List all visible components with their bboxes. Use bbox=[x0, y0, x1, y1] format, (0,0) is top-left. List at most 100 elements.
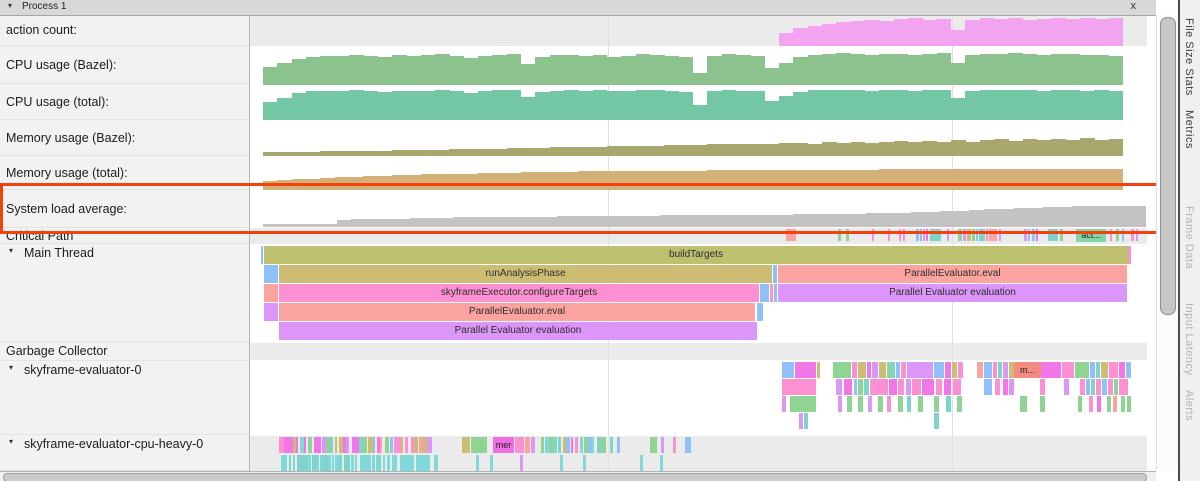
cpu-heavy-event[interactable] bbox=[541, 437, 543, 453]
flame-bar[interactable] bbox=[261, 246, 263, 264]
cpu-heavy-event[interactable] bbox=[363, 437, 367, 453]
cpu-heavy-event[interactable] bbox=[367, 455, 371, 471]
cpu-heavy-event[interactable] bbox=[462, 437, 470, 453]
cpu-heavy-event[interactable] bbox=[401, 437, 403, 453]
evaluator-event[interactable] bbox=[844, 379, 852, 395]
flame-bar[interactable] bbox=[773, 265, 777, 283]
cpu-heavy-event[interactable] bbox=[379, 455, 381, 471]
cpu-heavy-event[interactable] bbox=[471, 437, 487, 453]
flame-bar[interactable]: ParallelEvaluator.eval bbox=[778, 265, 1127, 283]
cpu-heavy-event[interactable] bbox=[307, 455, 311, 471]
evaluator-event[interactable] bbox=[901, 362, 906, 378]
evaluator-event[interactable] bbox=[977, 362, 983, 378]
evaluator-event[interactable] bbox=[1003, 362, 1008, 378]
evaluator-event[interactable] bbox=[958, 362, 963, 378]
cpu-heavy-event[interactable] bbox=[553, 437, 557, 453]
cpu-heavy-event[interactable] bbox=[347, 455, 350, 471]
badge-mer[interactable]: mer bbox=[493, 437, 514, 453]
tab-metrics[interactable]: Metrics bbox=[1183, 110, 1195, 149]
cpu-heavy-event[interactable] bbox=[617, 437, 620, 453]
flame-bar[interactable] bbox=[770, 284, 773, 302]
tab-alerts[interactable]: Alerts bbox=[1183, 390, 1195, 421]
evaluator-event[interactable] bbox=[1020, 396, 1027, 412]
tab-frame-data[interactable]: Frame Data bbox=[1183, 206, 1195, 269]
evaluator-event[interactable] bbox=[782, 362, 794, 378]
horizontal-scrollbar[interactable] bbox=[0, 471, 1156, 481]
flame-bar[interactable] bbox=[757, 303, 763, 321]
flame-bar[interactable]: skyframeExecutor.configureTargets bbox=[279, 284, 759, 302]
evaluator-event[interactable] bbox=[817, 362, 820, 378]
evaluator-event[interactable] bbox=[782, 396, 786, 412]
evaluator-event[interactable] bbox=[896, 362, 900, 378]
evaluator-event[interactable] bbox=[868, 396, 872, 412]
cpu-heavy-event[interactable] bbox=[405, 437, 408, 453]
evaluator-event[interactable] bbox=[889, 379, 897, 395]
evaluator-event[interactable] bbox=[1075, 362, 1089, 378]
evaluator-event[interactable] bbox=[946, 396, 951, 412]
evaluator-event[interactable] bbox=[984, 362, 992, 378]
cpu-heavy-event[interactable] bbox=[650, 437, 657, 453]
evaluator-event[interactable] bbox=[952, 362, 957, 378]
cpu-heavy-event[interactable] bbox=[515, 437, 524, 453]
cpu-heavy-event[interactable] bbox=[394, 455, 397, 471]
cpu-heavy-event[interactable] bbox=[322, 437, 326, 453]
cpu-heavy-event[interactable] bbox=[373, 437, 375, 453]
flame-bar[interactable] bbox=[774, 284, 777, 302]
cpu-heavy-event[interactable] bbox=[520, 455, 523, 471]
close-icon[interactable]: x bbox=[1131, 0, 1137, 12]
evaluator-event[interactable] bbox=[1078, 396, 1082, 412]
evaluator-event[interactable] bbox=[858, 396, 863, 412]
evaluator-event[interactable] bbox=[1114, 379, 1118, 395]
evaluator-event[interactable] bbox=[782, 379, 816, 395]
evaluator-event[interactable] bbox=[907, 396, 911, 412]
evaluator-event[interactable] bbox=[1108, 379, 1113, 395]
cpu-heavy-event[interactable] bbox=[304, 437, 306, 453]
process-header[interactable]: ▾ Process 1 x bbox=[0, 0, 1156, 16]
flame-bar[interactable]: Parallel Evaluator evaluation bbox=[279, 322, 757, 340]
evaluator-event[interactable] bbox=[870, 379, 888, 395]
flame-bar[interactable]: Parallel Evaluator evaluation bbox=[778, 284, 1127, 302]
evaluator-event[interactable] bbox=[1086, 379, 1090, 395]
cpu-heavy-event[interactable] bbox=[293, 455, 295, 471]
evaluator-event[interactable] bbox=[984, 379, 992, 395]
evaluator-event[interactable] bbox=[833, 362, 851, 378]
evaluator-event[interactable] bbox=[887, 396, 891, 412]
cpu-heavy-event[interactable] bbox=[328, 455, 331, 471]
evaluator-event[interactable] bbox=[1101, 362, 1108, 378]
evaluator-event[interactable] bbox=[998, 362, 1002, 378]
cpu-heavy-event[interactable] bbox=[640, 455, 643, 471]
cpu-heavy-event[interactable] bbox=[583, 455, 586, 471]
evaluator-event[interactable] bbox=[1040, 396, 1045, 412]
cpu-heavy-event[interactable] bbox=[525, 437, 530, 453]
cpu-heavy-event[interactable] bbox=[385, 437, 388, 453]
cpu-heavy-event[interactable] bbox=[390, 437, 394, 453]
evaluator-event[interactable] bbox=[790, 396, 816, 412]
evaluator-event[interactable] bbox=[906, 379, 911, 395]
evaluator-event[interactable] bbox=[1090, 362, 1095, 378]
flame-bar[interactable]: runAnalysisPhase bbox=[279, 265, 772, 283]
cpu-heavy-event[interactable] bbox=[558, 437, 560, 453]
cpu-heavy-event[interactable] bbox=[284, 455, 287, 471]
evaluator-event[interactable] bbox=[936, 379, 942, 395]
evaluator-event[interactable] bbox=[1064, 379, 1069, 395]
evaluator-event[interactable] bbox=[934, 413, 939, 429]
evaluator-event[interactable] bbox=[852, 362, 857, 378]
collapse-triangle-icon[interactable]: ▾ bbox=[0, 437, 23, 446]
evaluator-event[interactable] bbox=[872, 362, 878, 378]
cpu-heavy-event[interactable] bbox=[346, 437, 349, 453]
cpu-heavy-event[interactable] bbox=[601, 437, 606, 453]
cpu-heavy-event[interactable] bbox=[339, 455, 342, 471]
evaluator-event[interactable] bbox=[1121, 396, 1125, 412]
evaluator-event[interactable] bbox=[922, 379, 934, 395]
cpu-heavy-event[interactable] bbox=[434, 455, 438, 471]
evaluator-event[interactable] bbox=[867, 362, 871, 378]
evaluator-event[interactable] bbox=[1091, 379, 1095, 395]
evaluator-event[interactable] bbox=[864, 379, 869, 395]
collapse-triangle-icon[interactable]: ▾ bbox=[8, 1, 12, 10]
evaluator-event[interactable] bbox=[804, 413, 808, 429]
cpu-heavy-event[interactable] bbox=[531, 437, 535, 453]
evaluator-event[interactable] bbox=[795, 362, 816, 378]
evaluator-event[interactable] bbox=[1062, 362, 1074, 378]
evaluator-event[interactable] bbox=[1102, 379, 1107, 395]
evaluator-event[interactable] bbox=[934, 362, 944, 378]
